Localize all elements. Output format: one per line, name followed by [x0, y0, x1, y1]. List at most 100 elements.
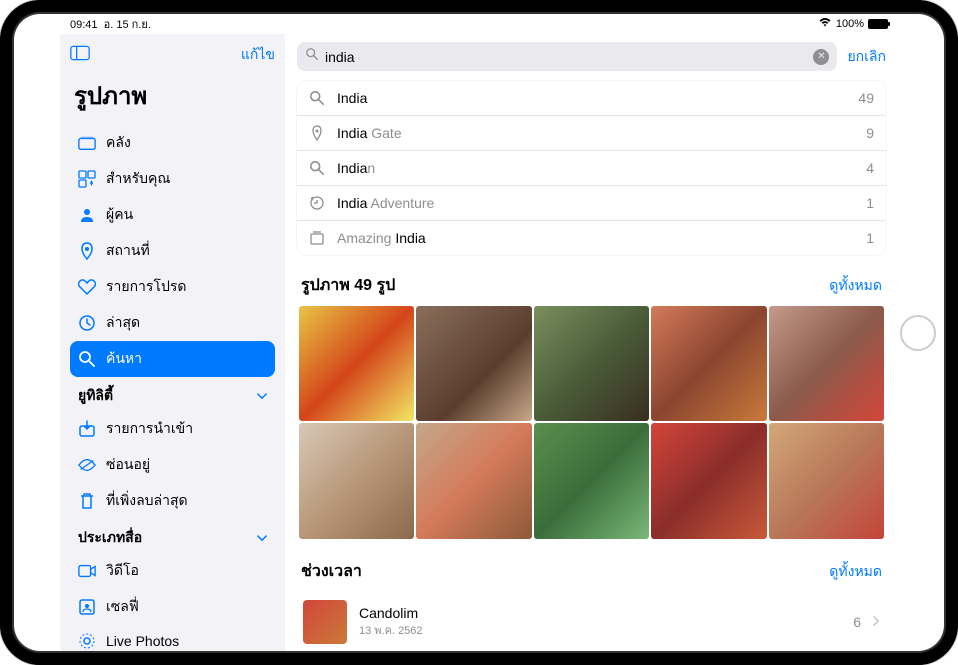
search-icon [78, 350, 96, 368]
sidebar-item-label: วิดีโอ [106, 560, 139, 582]
suggestion-text: India Adventure [337, 195, 854, 211]
photo-thumbnail[interactable] [416, 306, 531, 421]
selfie-icon [78, 598, 96, 616]
clear-search-icon[interactable]: ✕ [813, 49, 829, 65]
suggestion-count: 9 [866, 125, 874, 141]
search-icon [309, 160, 325, 176]
photo-thumbnail[interactable] [769, 306, 884, 421]
sidebar-item-people[interactable]: ผู้คน [70, 197, 275, 233]
sidebar-item-video[interactable]: วิดีโอ [70, 553, 275, 589]
sidebar: แก้ไข รูปภาพ คลังสำหรับคุณผู้คนสถานที่รา… [60, 34, 285, 651]
library-icon [78, 134, 96, 152]
moment-thumbnail [303, 600, 347, 644]
sidebar-item-library[interactable]: คลัง [70, 125, 275, 161]
edit-button[interactable]: แก้ไข [241, 44, 275, 66]
imports-icon [78, 420, 96, 438]
moment-title: Candolim [359, 605, 841, 621]
sidebar-item-foryou[interactable]: สำหรับคุณ [70, 161, 275, 197]
suggestion-row[interactable]: India 49 [297, 81, 886, 116]
suggestion-count: 1 [866, 230, 874, 246]
favorites-icon [78, 278, 96, 296]
live-icon [78, 632, 96, 650]
cancel-button[interactable]: ยกเลิก [847, 46, 886, 68]
moment-row[interactable]: Candolim13 พ.ค. 2562 6 [299, 592, 884, 651]
moments-section-title: ช่วงเวลา [301, 559, 362, 584]
moments-see-all[interactable]: ดูทั้งหมด [829, 561, 882, 583]
search-icon [309, 90, 325, 106]
suggestion-text: India Gate [337, 125, 854, 141]
home-button[interactable] [900, 315, 936, 351]
sidebar-item-favorites[interactable]: รายการโปรด [70, 269, 275, 305]
photos-see-all[interactable]: ดูทั้งหมด [829, 275, 882, 297]
chevron-down-icon [257, 389, 267, 403]
search-input[interactable] [325, 49, 807, 65]
chevron-right-icon [873, 615, 880, 629]
status-bar: 09:41 อ. 15 ก.ย. 100% [60, 14, 898, 34]
suggestion-row[interactable]: India Gate 9 [297, 116, 886, 151]
photo-grid [285, 306, 898, 555]
sidebar-section-header[interactable]: ยูทิลิตี้ [70, 377, 275, 411]
memory-icon [309, 195, 325, 211]
section-title: ประเภทสื่อ [78, 527, 142, 549]
status-time: 09:41 อ. 15 ก.ย. [70, 15, 151, 33]
moments-list: Candolim13 พ.ค. 25626Anjuna Beach11 พ.ค.… [285, 592, 898, 651]
sidebar-item-selfie[interactable]: เซลฟี่ [70, 589, 275, 625]
sidebar-item-label: ล่าสุด [106, 312, 140, 334]
battery-percent: 100% [836, 18, 864, 30]
suggestion-row[interactable]: Amazing India 1 [297, 221, 886, 255]
suggestion-count: 4 [866, 160, 874, 176]
sidebar-section-header[interactable]: ประเภทสื่อ [70, 519, 275, 553]
sidebar-item-label: ผู้คน [106, 204, 133, 226]
sidebar-item-label: Live Photos [106, 633, 179, 649]
moment-info: Candolim13 พ.ค. 2562 [359, 605, 841, 639]
search-icon [305, 47, 319, 66]
main-content: ✕ ยกเลิก India49India Gate9Indian4India … [285, 34, 898, 651]
sidebar-item-imports[interactable]: รายการนำเข้า [70, 411, 275, 447]
chevron-down-icon [257, 531, 267, 545]
sidebar-item-label: คลัง [106, 132, 131, 154]
pin-icon [309, 125, 325, 141]
sidebar-item-trash[interactable]: ที่เพิ่งลบล่าสุด [70, 483, 275, 519]
photo-thumbnail[interactable] [534, 423, 649, 538]
sidebar-item-label: ค้นหา [106, 348, 142, 370]
sidebar-item-places[interactable]: สถานที่ [70, 233, 275, 269]
hidden-icon [78, 456, 96, 474]
sidebar-item-label: รายการโปรด [106, 276, 186, 298]
suggestion-text: India [337, 90, 846, 106]
wifi-icon [818, 17, 832, 31]
people-icon [78, 206, 96, 224]
sidebar-toggle-icon[interactable] [70, 45, 90, 66]
sidebar-item-search[interactable]: ค้นหา [70, 341, 275, 377]
section-title: ยูทิลิตี้ [78, 385, 113, 407]
photo-thumbnail[interactable] [769, 423, 884, 538]
sidebar-item-label: สำหรับคุณ [106, 168, 170, 190]
sidebar-item-hidden[interactable]: ซ่อนอยู่ [70, 447, 275, 483]
suggestion-text: Amazing India [337, 230, 854, 246]
sidebar-item-recents[interactable]: ล่าสุด [70, 305, 275, 341]
recents-icon [78, 314, 96, 332]
sidebar-title: รูปภาพ [70, 74, 275, 125]
search-suggestions: India49India Gate9Indian4India Adventure… [297, 81, 886, 255]
battery-icon [868, 19, 888, 29]
photo-thumbnail[interactable] [651, 423, 766, 538]
suggestion-row[interactable]: India Adventure 1 [297, 186, 886, 221]
suggestion-count: 1 [866, 195, 874, 211]
sidebar-item-label: ซ่อนอยู่ [106, 454, 150, 476]
suggestion-row[interactable]: Indian4 [297, 151, 886, 186]
moment-date: 13 พ.ค. 2562 [359, 621, 841, 639]
photo-thumbnail[interactable] [299, 423, 414, 538]
moment-count: 6 [853, 614, 861, 630]
foryou-icon [78, 170, 96, 188]
video-icon [78, 562, 96, 580]
photo-thumbnail[interactable] [534, 306, 649, 421]
photo-thumbnail[interactable] [416, 423, 531, 538]
photos-section-title: รูปภาพ 49 รูป [301, 273, 395, 298]
sidebar-item-live[interactable]: Live Photos [70, 625, 275, 651]
sidebar-item-label: ที่เพิ่งลบล่าสุด [106, 490, 188, 512]
search-box[interactable]: ✕ [297, 42, 837, 71]
photo-thumbnail[interactable] [651, 306, 766, 421]
suggestion-count: 49 [858, 90, 874, 106]
album-icon [309, 230, 325, 246]
photo-thumbnail[interactable] [299, 306, 414, 421]
places-icon [78, 242, 96, 260]
